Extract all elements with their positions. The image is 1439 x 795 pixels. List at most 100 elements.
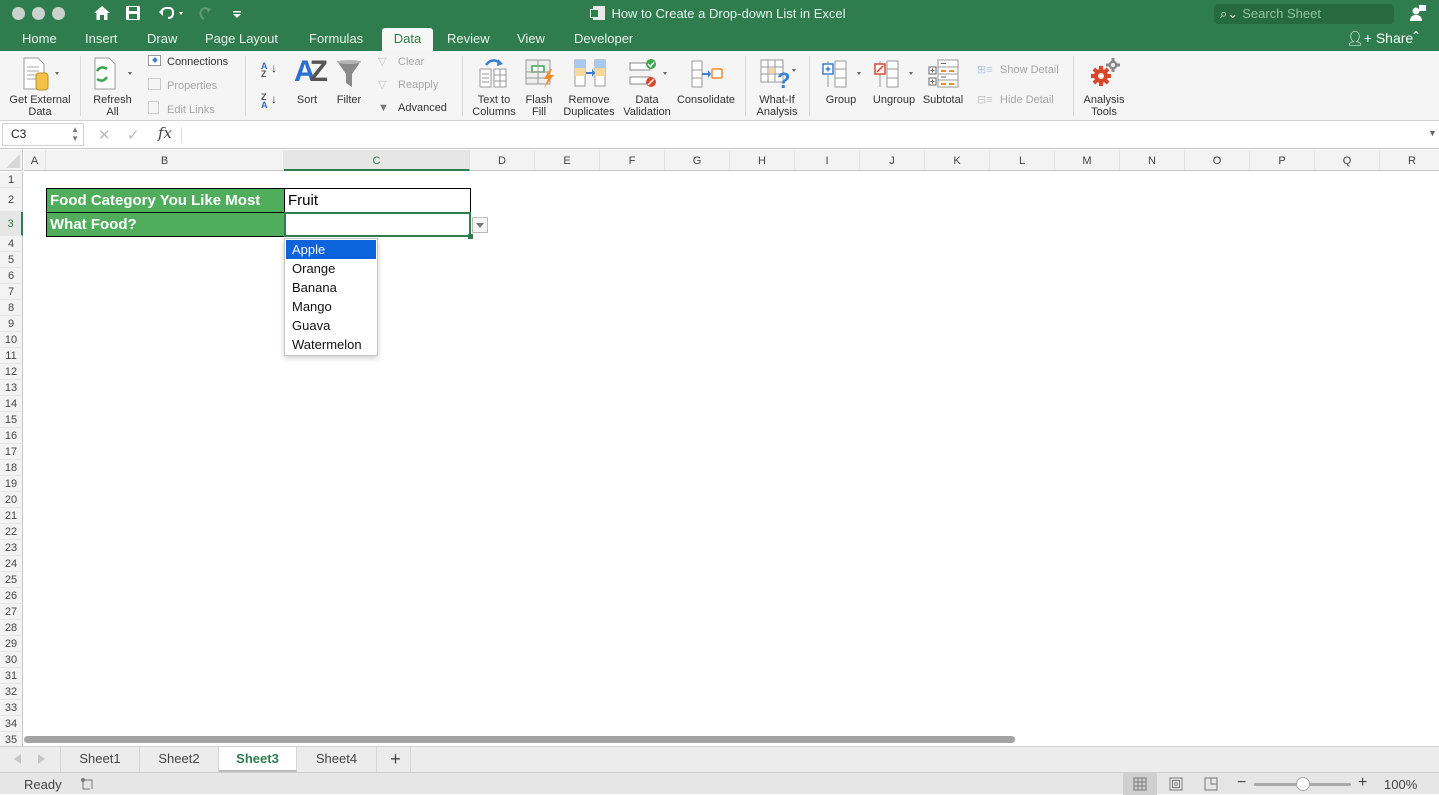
- share-button[interactable]: 👤︎+ Share: [1346, 28, 1413, 51]
- column-header-b[interactable]: B: [46, 150, 284, 171]
- cell-b2-label[interactable]: Food Category You Like Most: [46, 188, 285, 213]
- zoom-out-button[interactable]: −: [1237, 774, 1246, 792]
- tab-view[interactable]: View: [509, 28, 553, 51]
- tab-home[interactable]: Home: [14, 28, 65, 51]
- row-header-11[interactable]: 11: [0, 348, 23, 364]
- row-header-7[interactable]: 7: [0, 284, 23, 300]
- dropdown-option-watermelon[interactable]: Watermelon: [286, 335, 376, 354]
- macro-recording-icon[interactable]: [80, 777, 94, 791]
- page-break-view-button[interactable]: [1194, 773, 1228, 795]
- row-header-29[interactable]: 29: [0, 636, 23, 652]
- column-header-c[interactable]: C: [284, 150, 470, 171]
- row-header-17[interactable]: 17: [0, 444, 23, 460]
- column-header-n[interactable]: N: [1120, 150, 1185, 171]
- fill-handle[interactable]: [468, 234, 473, 239]
- column-header-i[interactable]: I: [795, 150, 860, 171]
- tab-page-layout[interactable]: Page Layout: [197, 28, 286, 51]
- sheet-tab-sheet2[interactable]: Sheet2: [140, 747, 219, 772]
- cell-b3-label[interactable]: What Food?: [46, 212, 285, 237]
- row-header-10[interactable]: 10: [0, 332, 23, 348]
- zoom-slider-thumb[interactable]: [1296, 777, 1310, 791]
- expand-formula-bar-icon[interactable]: ▼: [1428, 128, 1437, 138]
- horizontal-scrollbar[interactable]: [24, 736, 1015, 743]
- row-header-12[interactable]: 12: [0, 364, 23, 380]
- tab-data[interactable]: Data: [382, 28, 433, 51]
- row-header-16[interactable]: 16: [0, 428, 23, 444]
- comments-person-icon[interactable]: [1409, 4, 1427, 22]
- row-header-24[interactable]: 24: [0, 556, 23, 572]
- dropdown-option-banana[interactable]: Banana: [286, 278, 376, 297]
- page-layout-view-button[interactable]: [1159, 773, 1193, 795]
- cell-c2-value[interactable]: Fruit: [284, 188, 471, 213]
- row-header-13[interactable]: 13: [0, 380, 23, 396]
- row-header-28[interactable]: 28: [0, 620, 23, 636]
- previous-sheet-icon[interactable]: [14, 754, 21, 764]
- dropdown-option-guava[interactable]: Guava: [286, 316, 376, 335]
- dropdown-option-orange[interactable]: Orange: [286, 259, 376, 278]
- sheet-tab-sheet4[interactable]: Sheet4: [297, 747, 377, 772]
- row-header-9[interactable]: 9: [0, 316, 23, 332]
- row-header-23[interactable]: 23: [0, 540, 23, 556]
- row-header-2[interactable]: 2: [0, 188, 23, 212]
- row-header-6[interactable]: 6: [0, 268, 23, 284]
- column-header-e[interactable]: E: [535, 150, 600, 171]
- row-header-14[interactable]: 14: [0, 396, 23, 412]
- add-sheet-button[interactable]: +: [381, 747, 411, 772]
- row-header-3[interactable]: 3: [0, 212, 23, 236]
- row-header-33[interactable]: 33: [0, 700, 23, 716]
- dropdown-option-mango[interactable]: Mango: [286, 297, 376, 316]
- column-header-l[interactable]: L: [990, 150, 1055, 171]
- name-box[interactable]: C3 ▲ ▼: [2, 123, 84, 146]
- column-header-o[interactable]: O: [1185, 150, 1250, 171]
- row-header-4[interactable]: 4: [0, 236, 23, 252]
- zoom-in-button[interactable]: +: [1358, 774, 1367, 792]
- column-header-h[interactable]: H: [730, 150, 795, 171]
- row-header-18[interactable]: 18: [0, 460, 23, 476]
- worksheet-grid[interactable]: A B C D E F G H I J K L M N O P Q R 1 2 3 4 5 6 7 8 9 10 11 12 13 14 15 1…: [0, 150, 1439, 746]
- row-header-30[interactable]: 30: [0, 652, 23, 668]
- column-header-j[interactable]: J: [860, 150, 925, 171]
- sheet-tab-sheet3[interactable]: Sheet3: [219, 747, 297, 772]
- next-sheet-icon[interactable]: [38, 754, 45, 764]
- column-header-r[interactable]: R: [1380, 150, 1439, 171]
- formula-input[interactable]: [190, 127, 1410, 143]
- tab-insert[interactable]: Insert: [77, 28, 126, 51]
- row-header-25[interactable]: 25: [0, 572, 23, 588]
- sort-a-to-z-button[interactable]: A Z ↓: [261, 62, 277, 79]
- column-header-d[interactable]: D: [470, 150, 535, 171]
- row-header-21[interactable]: 21: [0, 508, 23, 524]
- tab-developer[interactable]: Developer: [566, 28, 641, 51]
- connections-button[interactable]: Connections: [148, 55, 228, 69]
- tab-review[interactable]: Review: [439, 28, 498, 51]
- tab-draw[interactable]: Draw: [139, 28, 185, 51]
- row-header-31[interactable]: 31: [0, 668, 23, 684]
- row-header-19[interactable]: 19: [0, 476, 23, 492]
- column-header-g[interactable]: G: [665, 150, 730, 171]
- row-header-5[interactable]: 5: [0, 252, 23, 268]
- column-header-k[interactable]: K: [925, 150, 990, 171]
- column-header-m[interactable]: M: [1055, 150, 1120, 171]
- column-header-p[interactable]: P: [1250, 150, 1315, 171]
- row-header-34[interactable]: 34: [0, 716, 23, 732]
- row-header-20[interactable]: 20: [0, 492, 23, 508]
- name-box-spinner-icon[interactable]: ▲ ▼: [71, 125, 79, 143]
- row-header-8[interactable]: 8: [0, 300, 23, 316]
- dropdown-arrow-button[interactable]: [472, 217, 488, 233]
- sheet-tab-sheet1[interactable]: Sheet1: [61, 747, 140, 772]
- tab-formulas[interactable]: Formulas: [301, 28, 371, 51]
- column-header-f[interactable]: F: [600, 150, 665, 171]
- dropdown-option-apple[interactable]: Apple: [286, 240, 376, 259]
- normal-view-button[interactable]: [1123, 773, 1157, 795]
- column-header-q[interactable]: Q: [1315, 150, 1380, 171]
- collapse-ribbon-icon[interactable]: ⌃: [1411, 29, 1421, 43]
- select-all-button[interactable]: [0, 150, 23, 171]
- row-header-26[interactable]: 26: [0, 588, 23, 604]
- search-sheet-input[interactable]: ⌕⌄ Search Sheet: [1214, 4, 1394, 24]
- row-header-27[interactable]: 27: [0, 604, 23, 620]
- row-header-32[interactable]: 32: [0, 684, 23, 700]
- column-header-a[interactable]: A: [24, 150, 46, 171]
- row-header-15[interactable]: 15: [0, 412, 23, 428]
- row-header-1[interactable]: 1: [0, 172, 23, 188]
- insert-function-button[interactable]: fx: [158, 124, 172, 142]
- sort-z-to-a-button[interactable]: Z A ↓: [261, 93, 277, 110]
